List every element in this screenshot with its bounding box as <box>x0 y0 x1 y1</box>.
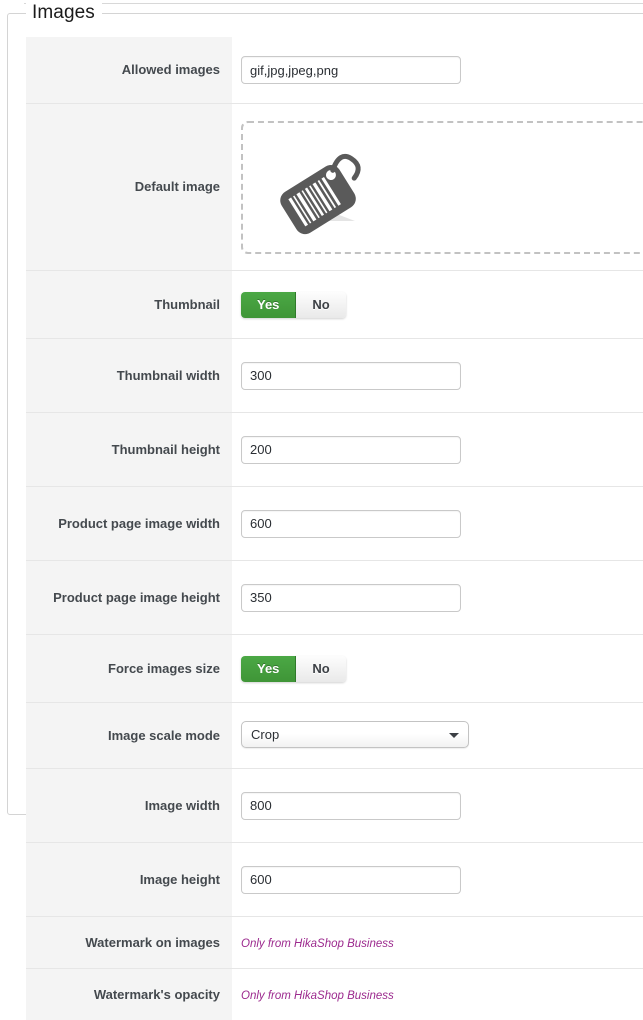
table-row: Watermark on images Only from HikaShop B… <box>26 917 643 969</box>
row-label-force-images-size: Force images size <box>26 635 232 703</box>
watermark-opacity-note: Only from HikaShop Business <box>241 990 394 1002</box>
force-images-size-toggle-yes[interactable]: Yes <box>241 656 296 682</box>
row-label-thumbnail-width: Thumbnail width <box>26 339 232 413</box>
image-scale-mode-value: Crop <box>251 727 279 742</box>
image-settings-table: Allowed images Default image <box>26 37 643 1020</box>
row-value-allowed-images <box>232 37 643 104</box>
image-scale-mode-select[interactable]: Crop <box>241 721 469 748</box>
table-row: Thumbnail height <box>26 413 643 487</box>
allowed-images-input[interactable] <box>241 56 461 84</box>
watermark-on-images-note: Only from HikaShop Business <box>241 938 394 950</box>
table-row: Image height <box>26 843 643 917</box>
force-images-size-toggle-no[interactable]: No <box>296 656 345 682</box>
row-label-image-width: Image width <box>26 769 232 843</box>
table-row: Image scale mode Crop <box>26 703 643 769</box>
row-label-default-image: Default image <box>26 104 232 271</box>
row-value-watermark-on-images: Only from HikaShop Business <box>232 917 643 969</box>
thumbnail-toggle-no[interactable]: No <box>296 292 345 318</box>
row-value-image-scale-mode: Crop <box>232 703 643 769</box>
row-value-default-image <box>232 104 643 271</box>
row-label-watermark-on-images: Watermark on images <box>26 917 232 969</box>
row-value-product-page-image-height <box>232 561 643 635</box>
product-page-image-width-input[interactable] <box>241 510 461 538</box>
row-value-thumbnail-height <box>232 413 643 487</box>
row-label-image-scale-mode: Image scale mode <box>26 703 232 769</box>
image-width-input[interactable] <box>241 792 461 820</box>
table-row: Thumbnail YesNo <box>26 271 643 339</box>
row-value-product-page-image-width <box>232 487 643 561</box>
table-row: Product page image height <box>26 561 643 635</box>
row-value-force-images-size: YesNo <box>232 635 643 703</box>
default-image-dropzone[interactable] <box>241 121 643 254</box>
table-row: Allowed images <box>26 37 643 104</box>
thumbnail-toggle[interactable]: YesNo <box>241 292 346 318</box>
table-row: Product page image width <box>26 487 643 561</box>
row-label-product-page-image-width: Product page image width <box>26 487 232 561</box>
row-label-thumbnail-height: Thumbnail height <box>26 413 232 487</box>
images-fieldset: Images Allowed images Default image <box>7 13 643 815</box>
row-label-allowed-images: Allowed images <box>26 37 232 104</box>
row-value-thumbnail: YesNo <box>232 271 643 339</box>
image-height-input[interactable] <box>241 866 461 894</box>
table-row: Image width <box>26 769 643 843</box>
product-page-image-height-input[interactable] <box>241 584 461 612</box>
row-value-watermark-opacity: Only from HikaShop Business <box>232 969 643 1020</box>
top-divider <box>24 3 643 4</box>
table-row: Thumbnail width <box>26 339 643 413</box>
row-label-watermark-opacity: Watermark's opacity <box>26 969 232 1020</box>
row-label-thumbnail: Thumbnail <box>26 271 232 339</box>
thumbnail-toggle-yes[interactable]: Yes <box>241 292 296 318</box>
table-row: Default image <box>26 104 643 271</box>
row-label-product-page-image-height: Product page image height <box>26 561 232 635</box>
table-row: Watermark's opacity Only from HikaShop B… <box>26 969 643 1020</box>
chevron-down-icon <box>449 733 459 738</box>
force-images-size-toggle[interactable]: YesNo <box>241 656 346 682</box>
price-tag-icon <box>269 149 379 235</box>
row-value-image-width <box>232 769 643 843</box>
thumbnail-height-input[interactable] <box>241 436 461 464</box>
table-row: Force images size YesNo <box>26 635 643 703</box>
thumbnail-width-input[interactable] <box>241 362 461 390</box>
row-label-image-height: Image height <box>26 843 232 917</box>
row-value-image-height <box>232 843 643 917</box>
row-value-thumbnail-width <box>232 339 643 413</box>
fieldset-legend: Images <box>26 2 102 24</box>
